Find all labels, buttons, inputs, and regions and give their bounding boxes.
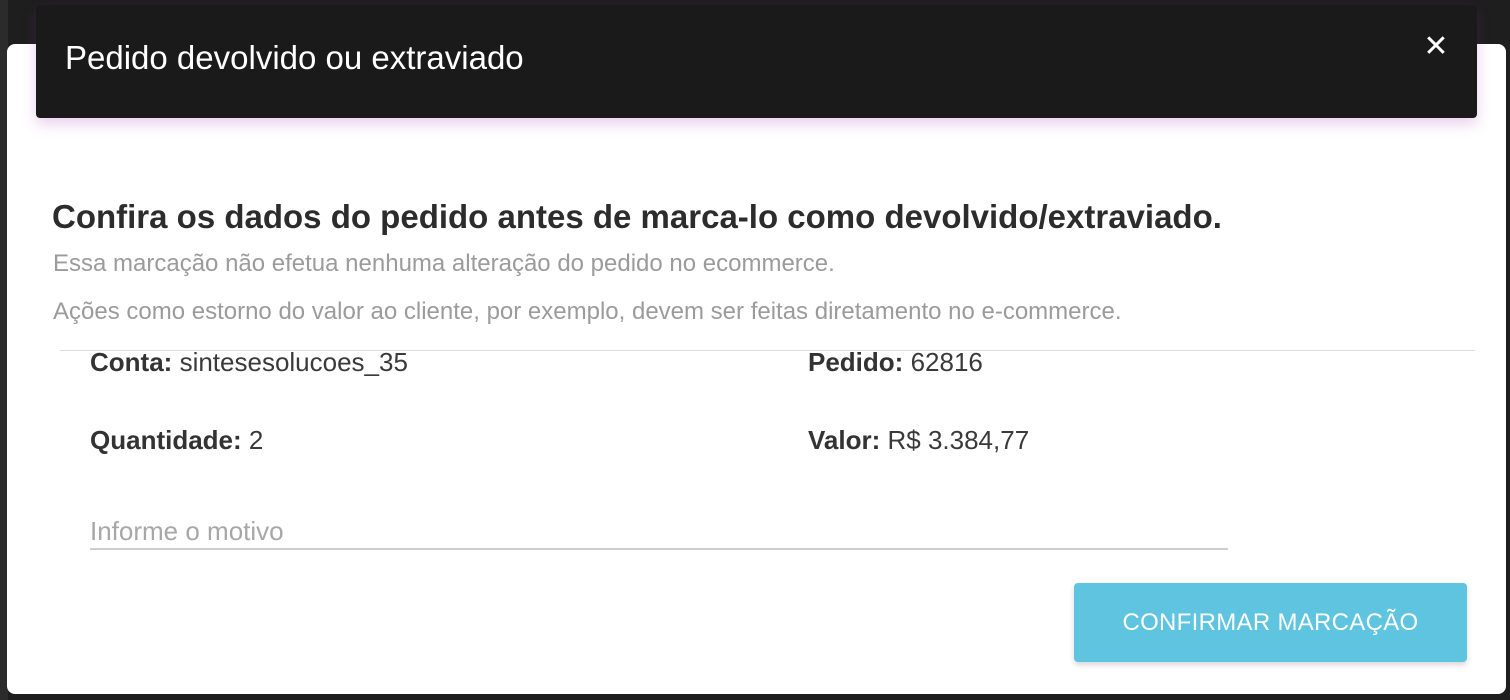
field-valor-value: R$ 3.384,77 xyxy=(887,425,1030,455)
field-quantidade-value: 2 xyxy=(248,425,264,455)
notice-text-1: Essa marcação não efetua nenhuma alteraç… xyxy=(53,250,835,277)
reason-input[interactable] xyxy=(90,514,1228,550)
field-conta-label: Conta: xyxy=(90,347,173,377)
modal-header: Pedido devolvido ou extraviado ✕ xyxy=(36,5,1477,118)
field-quantidade-label: Quantidade: xyxy=(90,425,242,455)
confirm-button[interactable]: CONFIRMAR MARCAÇÃO xyxy=(1074,583,1467,662)
field-conta-value: sintesesolucoes_35 xyxy=(179,347,408,377)
field-pedido: Pedido: 62816 xyxy=(808,349,983,375)
field-quantidade: Quantidade: 2 xyxy=(90,427,263,453)
modal-title: Pedido devolvido ou extraviado xyxy=(65,39,524,76)
field-valor-label: Valor: xyxy=(808,425,881,455)
confirmation-heading: Confira os dados do pedido antes de marc… xyxy=(52,198,1222,235)
field-pedido-value: 62816 xyxy=(910,347,983,377)
field-valor: Valor: R$ 3.384,77 xyxy=(808,427,1029,453)
field-pedido-label: Pedido: xyxy=(808,347,904,377)
field-conta: Conta: sintesesolucoes_35 xyxy=(90,349,408,375)
close-icon[interactable]: ✕ xyxy=(1421,32,1451,62)
notice-text-2: Ações como estorno do valor ao cliente, … xyxy=(53,298,1122,325)
